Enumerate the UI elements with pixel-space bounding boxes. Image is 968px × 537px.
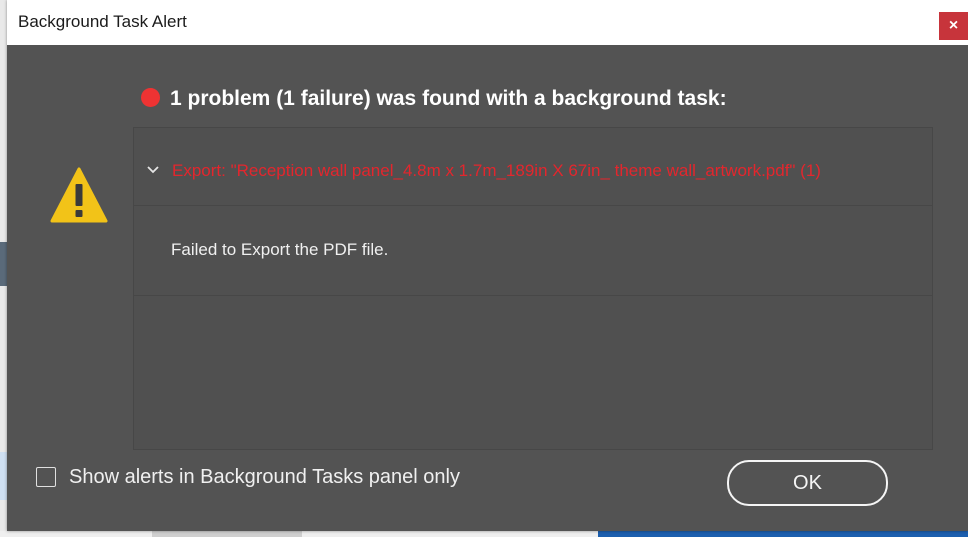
problem-item[interactable]: Export: "Reception wall panel_4.8m x 1.7…	[134, 128, 932, 206]
problem-title: Export: "Reception wall panel_4.8m x 1.7…	[172, 161, 821, 180]
problems-list: Export: "Reception wall panel_4.8m x 1.7…	[133, 127, 933, 450]
warning-triangle-icon	[50, 167, 108, 223]
show-alerts-checkbox[interactable]	[36, 467, 56, 487]
problem-detail-text: Failed to Export the PDF file.	[171, 240, 389, 259]
close-button[interactable]: ×	[939, 12, 968, 40]
close-icon: ×	[948, 17, 959, 34]
problem-detail: Failed to Export the PDF file.	[134, 206, 932, 296]
background-taskbar-item	[152, 531, 302, 537]
dialog-title: Background Task Alert	[18, 12, 187, 31]
alert-headline: 1 problem (1 failure) was found with a b…	[141, 84, 727, 114]
background-task-alert-dialog: Background Task Alert × 1 problem (1 fai…	[7, 0, 968, 531]
headline-text: 1 problem (1 failure) was found with a b…	[170, 87, 727, 110]
background-taskbar-item	[598, 531, 968, 537]
error-status-icon	[141, 87, 160, 107]
chevron-down-icon[interactable]	[146, 165, 160, 175]
title-bar: Background Task Alert ×	[7, 0, 968, 45]
ok-button[interactable]: OK	[727, 460, 888, 506]
show-alerts-checkbox-label[interactable]: Show alerts in Background Tasks panel on…	[69, 466, 460, 489]
